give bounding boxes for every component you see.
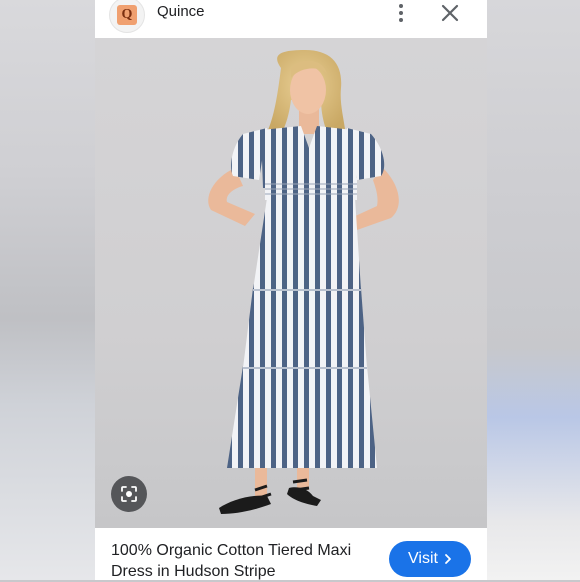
chevron-right-icon: [445, 554, 451, 564]
visit-button-label: Visit: [408, 550, 438, 567]
site-name[interactable]: Quince: [157, 3, 205, 20]
product-title[interactable]: 100% Organic Cotton Tiered Maxi Dress in…: [111, 540, 371, 582]
product-info-bar: 100% Organic Cotton Tiered Maxi Dress in…: [95, 528, 487, 580]
site-logo[interactable]: Q: [109, 0, 145, 33]
more-vert-icon[interactable]: [393, 2, 409, 24]
preview-header: Q Quince: [95, 0, 487, 38]
product-photo: [208, 50, 399, 514]
lens-icon[interactable]: [111, 476, 147, 512]
visit-button[interactable]: Visit: [389, 541, 471, 577]
image-preview-card: Q Quince 100% Organic Cotton Tiered Maxi…: [95, 0, 487, 580]
blurred-background-right: [487, 0, 580, 580]
blurred-background-left: [0, 0, 95, 580]
site-logo-letter: Q: [117, 5, 137, 25]
product-image[interactable]: [95, 38, 487, 528]
close-icon[interactable]: [439, 2, 461, 24]
